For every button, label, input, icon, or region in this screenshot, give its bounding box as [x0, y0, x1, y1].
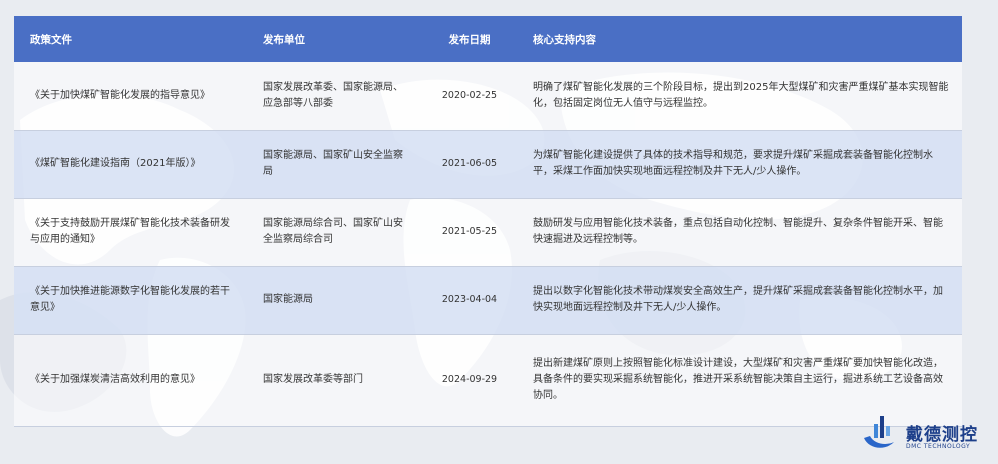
cell-content: 明确了煤矿智能化发展的三个阶段目标，提出到2025年大型煤矿和灾害严重煤矿基本实… [533, 81, 949, 109]
cell-issuer: 国家发展改革委等部门 [263, 374, 363, 385]
header-issuer: 发布单位 [263, 33, 305, 46]
cell-issuer: 国家能源局、国家矿山安全监察局 [263, 150, 403, 177]
policy-table-container: 政策文件 发布单位 发布日期 核心支持内容 《关于加快煤矿智能化发展的指导意见》… [14, 16, 962, 427]
cell-policy: 《关于加快推进能源数字化智能化发展的若干意见》 [30, 286, 230, 313]
cell-date: 2023-04-04 [441, 294, 498, 305]
cell-date: 2021-05-25 [441, 226, 498, 237]
cell-content: 提出以数字化智能化技术带动煤炭安全高效生产，提升煤矿采掘成套装备智能化控制水平，… [533, 286, 943, 313]
table-row: 《关于加强煤炭清洁高效利用的意见》 国家发展改革委等部门 2024-09-29 … [14, 334, 962, 426]
header-date: 发布日期 [448, 33, 491, 46]
cell-content: 鼓励研发与应用智能化技术装备，重点包括自动化控制、智能提升、复杂条件智能开采、智… [533, 218, 943, 245]
cell-policy: 《关于加强煤炭清洁高效利用的意见》 [30, 374, 200, 385]
cell-content: 为煤矿智能化建设提供了具体的技术指导和规范，要求提升煤矿采掘成套装备智能化控制水… [533, 150, 933, 177]
cell-issuer: 国家能源局综合司、国家矿山安全监察局综合司 [263, 218, 403, 245]
cell-policy: 《关于支持鼓励开展煤矿智能化技术装备研发与应用的通知》 [30, 218, 230, 245]
logo-subtitle: DMC TECHNOLOGY [906, 443, 971, 450]
cell-policy: 《关于加快煤矿智能化发展的指导意见》 [30, 89, 210, 101]
table-row: 《关于加快煤矿智能化发展的指导意见》 国家发展改革委、国家能源局、应急部等八部委… [14, 62, 962, 130]
cell-date: 2020-02-25 [441, 89, 498, 101]
cell-date: 2024-09-29 [441, 374, 498, 385]
cell-policy: 《煤矿智能化建设指南（2021年版）》 [30, 158, 201, 169]
policy-table: 政策文件 发布单位 发布日期 核心支持内容 《关于加快煤矿智能化发展的指导意见》… [14, 16, 962, 427]
table-header-row: 政策文件 发布单位 发布日期 核心支持内容 [14, 16, 962, 62]
table-row: 《煤矿智能化建设指南（2021年版）》 国家能源局、国家矿山安全监察局 2021… [14, 130, 962, 198]
header-content: 核心支持内容 [533, 33, 596, 46]
cell-date: 2021-06-05 [441, 158, 498, 169]
logo-name: 戴德测控 [906, 425, 978, 445]
table-row: 《关于加快推进能源数字化智能化发展的若干意见》 国家能源局 2023-04-04… [14, 266, 962, 334]
cell-issuer: 国家能源局 [263, 294, 313, 305]
logo-mark-icon [864, 416, 894, 448]
header-policy: 政策文件 [30, 33, 72, 46]
table-row: 《关于支持鼓励开展煤矿智能化技术装备研发与应用的通知》 国家能源局综合司、国家矿… [14, 198, 962, 266]
company-logo: 戴德测控 DMC TECHNOLOGY [860, 412, 990, 458]
cell-issuer: 国家发展改革委、国家能源局、应急部等八部委 [263, 81, 403, 109]
